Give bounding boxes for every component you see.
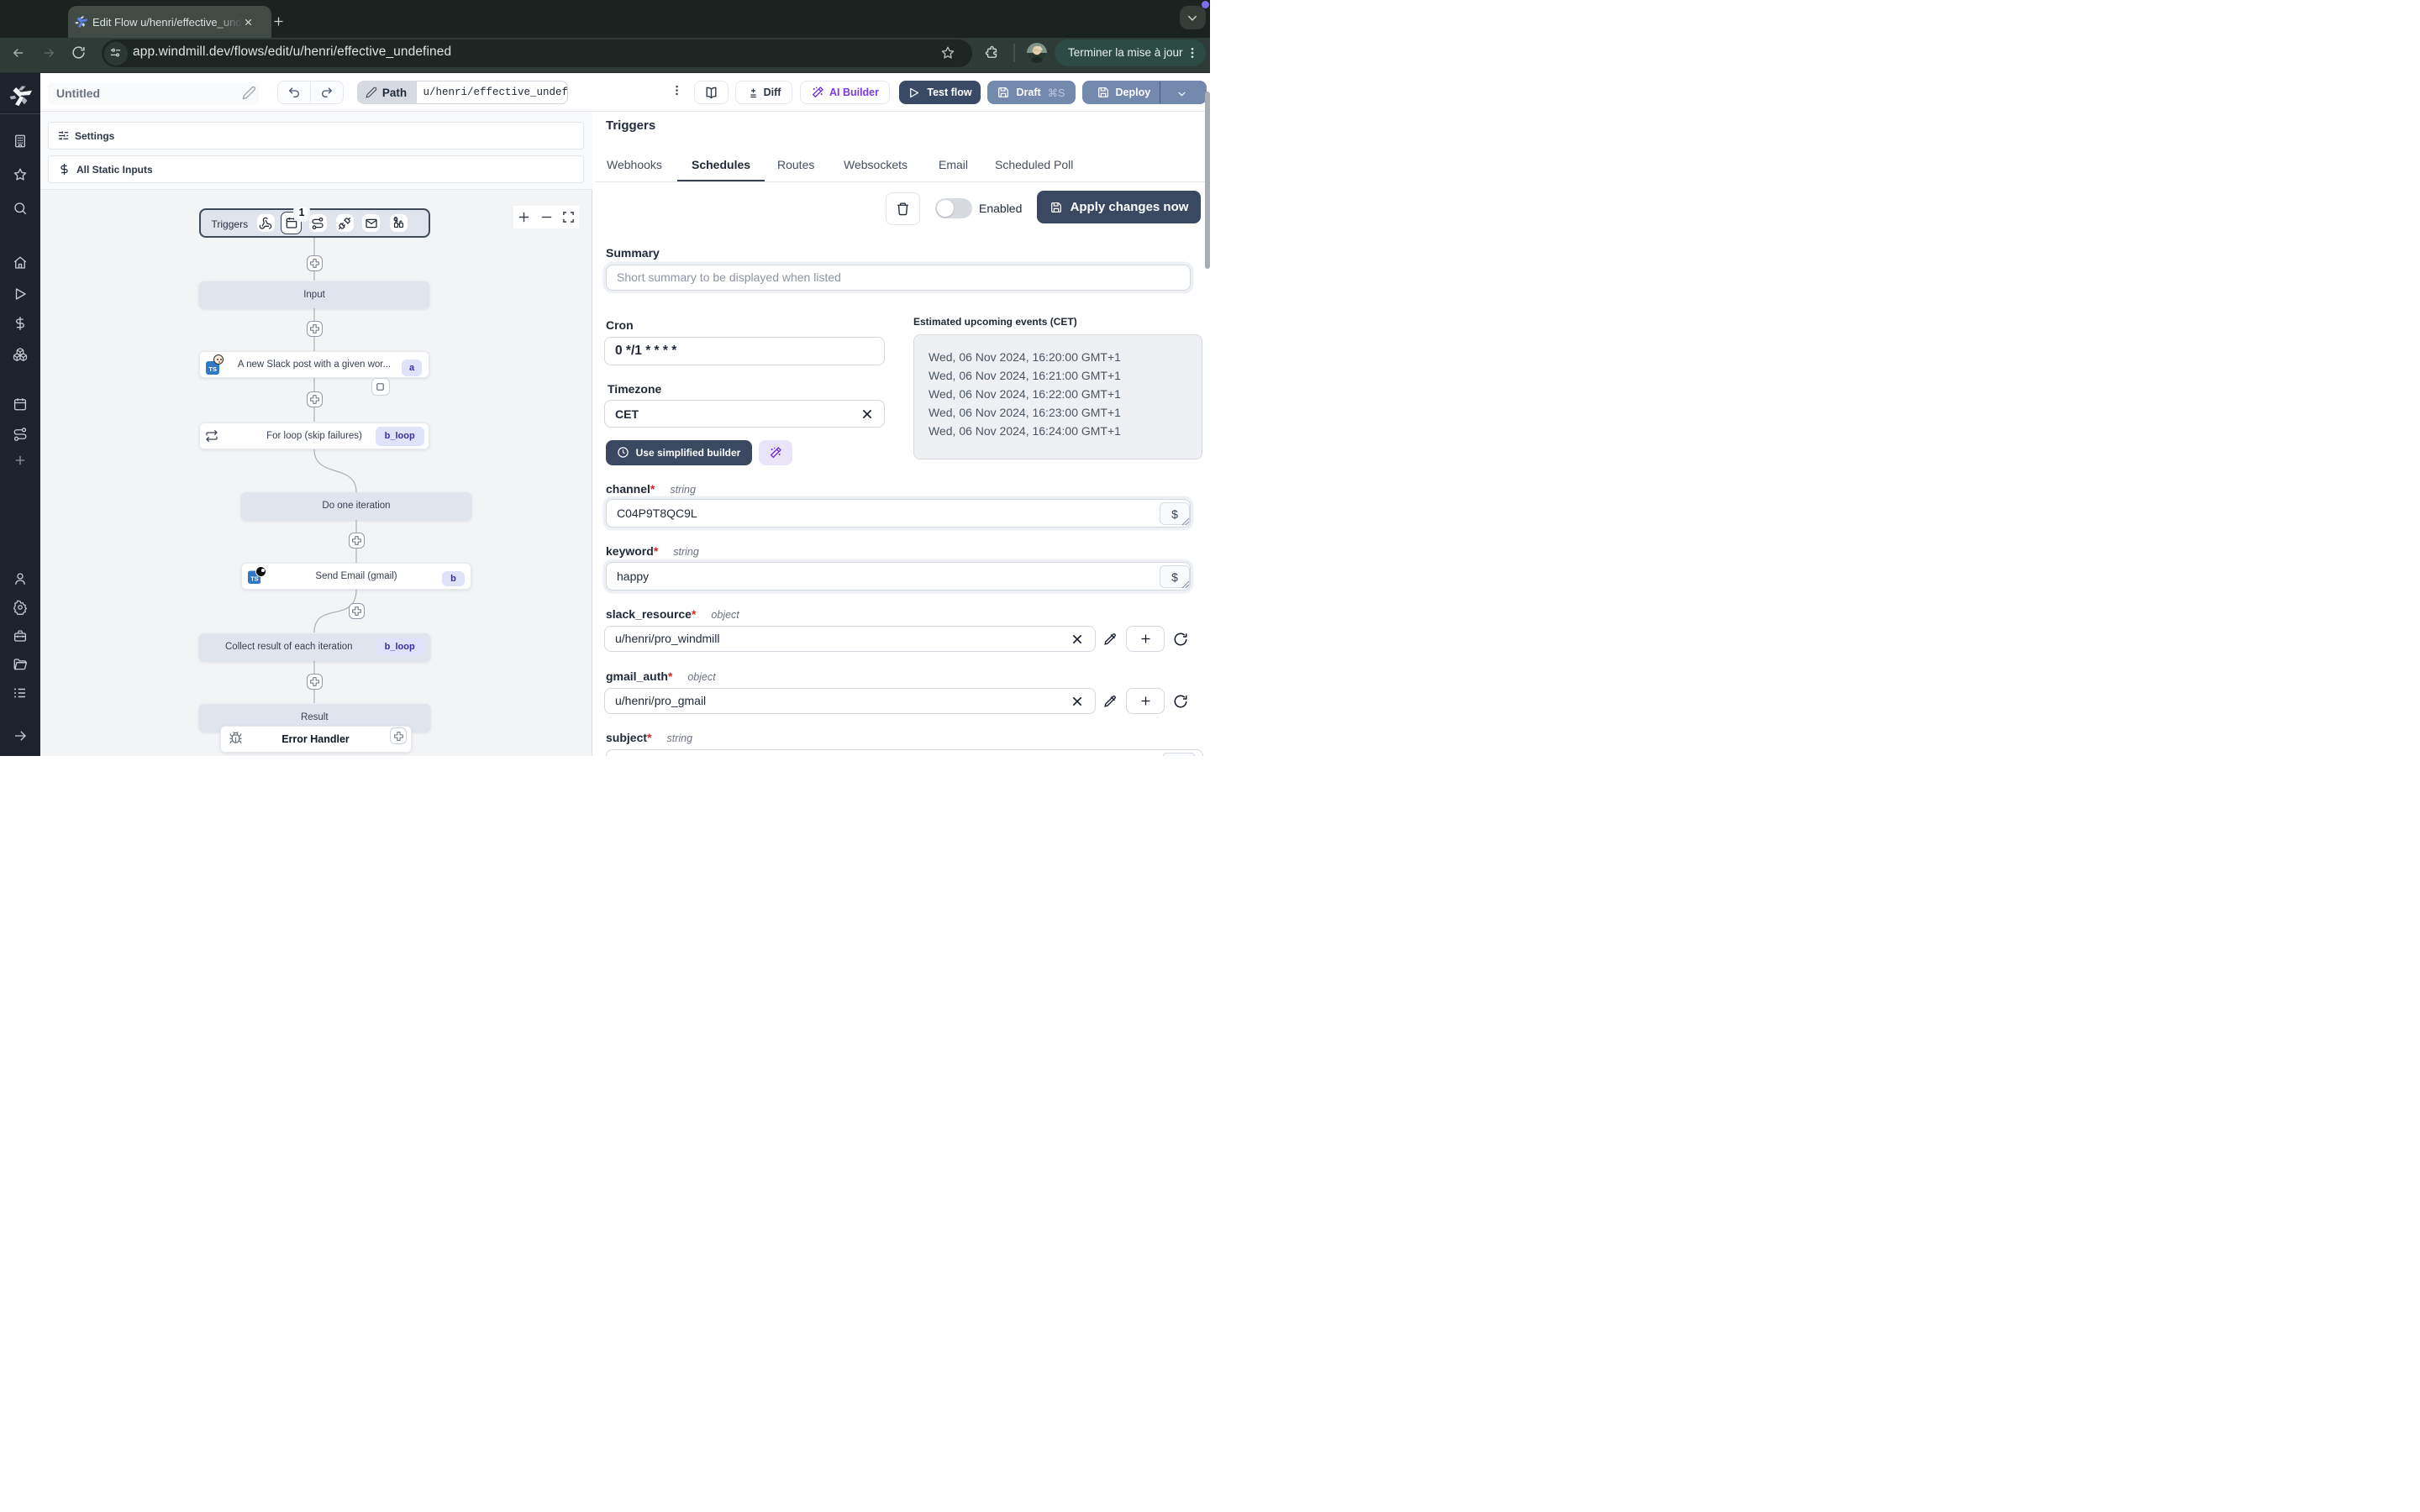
svg-text:TS: TS <box>208 365 217 373</box>
